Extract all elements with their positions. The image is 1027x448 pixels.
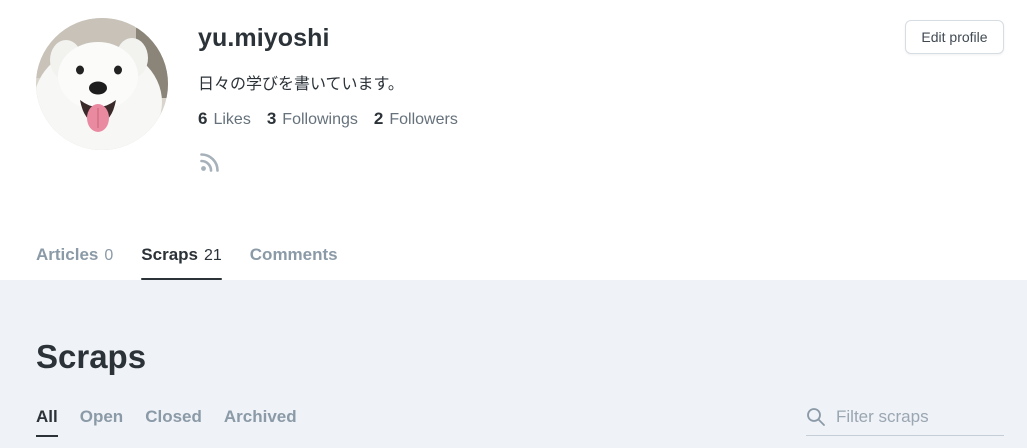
avatar (36, 18, 168, 150)
scrap-search (806, 404, 1004, 436)
search-input[interactable] (836, 404, 1002, 430)
tab-comments-label: Comments (249, 245, 338, 264)
filter-all[interactable]: All (36, 407, 58, 437)
filter-open[interactable]: Open (80, 407, 123, 437)
tab-comments[interactable]: Comments (250, 240, 338, 280)
tab-articles-count: 0 (104, 247, 114, 264)
stat-followings[interactable]: 3 Followings (267, 109, 358, 129)
section-title: Scraps (36, 338, 147, 375)
tab-scraps[interactable]: Scraps 21 (141, 240, 222, 280)
user-profile-page: yu.miyoshi 日々の学びを書いています。 6 Likes 3 Follo… (0, 0, 1027, 448)
filter-archived[interactable]: Archived (224, 407, 297, 437)
filter-closed[interactable]: Closed (145, 407, 202, 437)
edit-profile-button[interactable]: Edit profile (905, 20, 1004, 54)
stat-likes-count: 6 (198, 109, 208, 128)
scraps-section: Scraps All Open Closed Archived (0, 280, 1027, 448)
search-icon (807, 408, 825, 426)
tab-articles-label: Articles (36, 245, 99, 264)
scrap-filters: All Open Closed Archived (36, 407, 297, 437)
profile-header: yu.miyoshi 日々の学びを書いています。 6 Likes 3 Follo… (0, 0, 1027, 230)
stat-followings-count: 3 (266, 109, 277, 128)
profile-stats: 6 Likes 3 Followings 2 Followers (198, 109, 458, 129)
stat-likes-label: Likes (213, 111, 251, 128)
stat-followers-label: Followers (389, 111, 458, 128)
stat-followers-count: 2 (373, 109, 384, 128)
profile-tabs: Articles 0 Scraps 21 Comments (36, 240, 338, 280)
stat-likes[interactable]: 6 Likes (198, 109, 251, 129)
tab-scraps-count: 21 (203, 247, 222, 264)
stat-followings-label: Followings (282, 111, 358, 128)
tab-articles[interactable]: Articles 0 (36, 240, 113, 280)
username: yu.miyoshi (198, 24, 330, 52)
rss-icon[interactable] (200, 152, 220, 172)
profile-bio: 日々の学びを書いています。 (198, 76, 404, 93)
stat-followers[interactable]: 2 Followers (374, 109, 458, 129)
avatar-image (36, 18, 168, 150)
tab-scraps-label: Scraps (141, 245, 198, 264)
